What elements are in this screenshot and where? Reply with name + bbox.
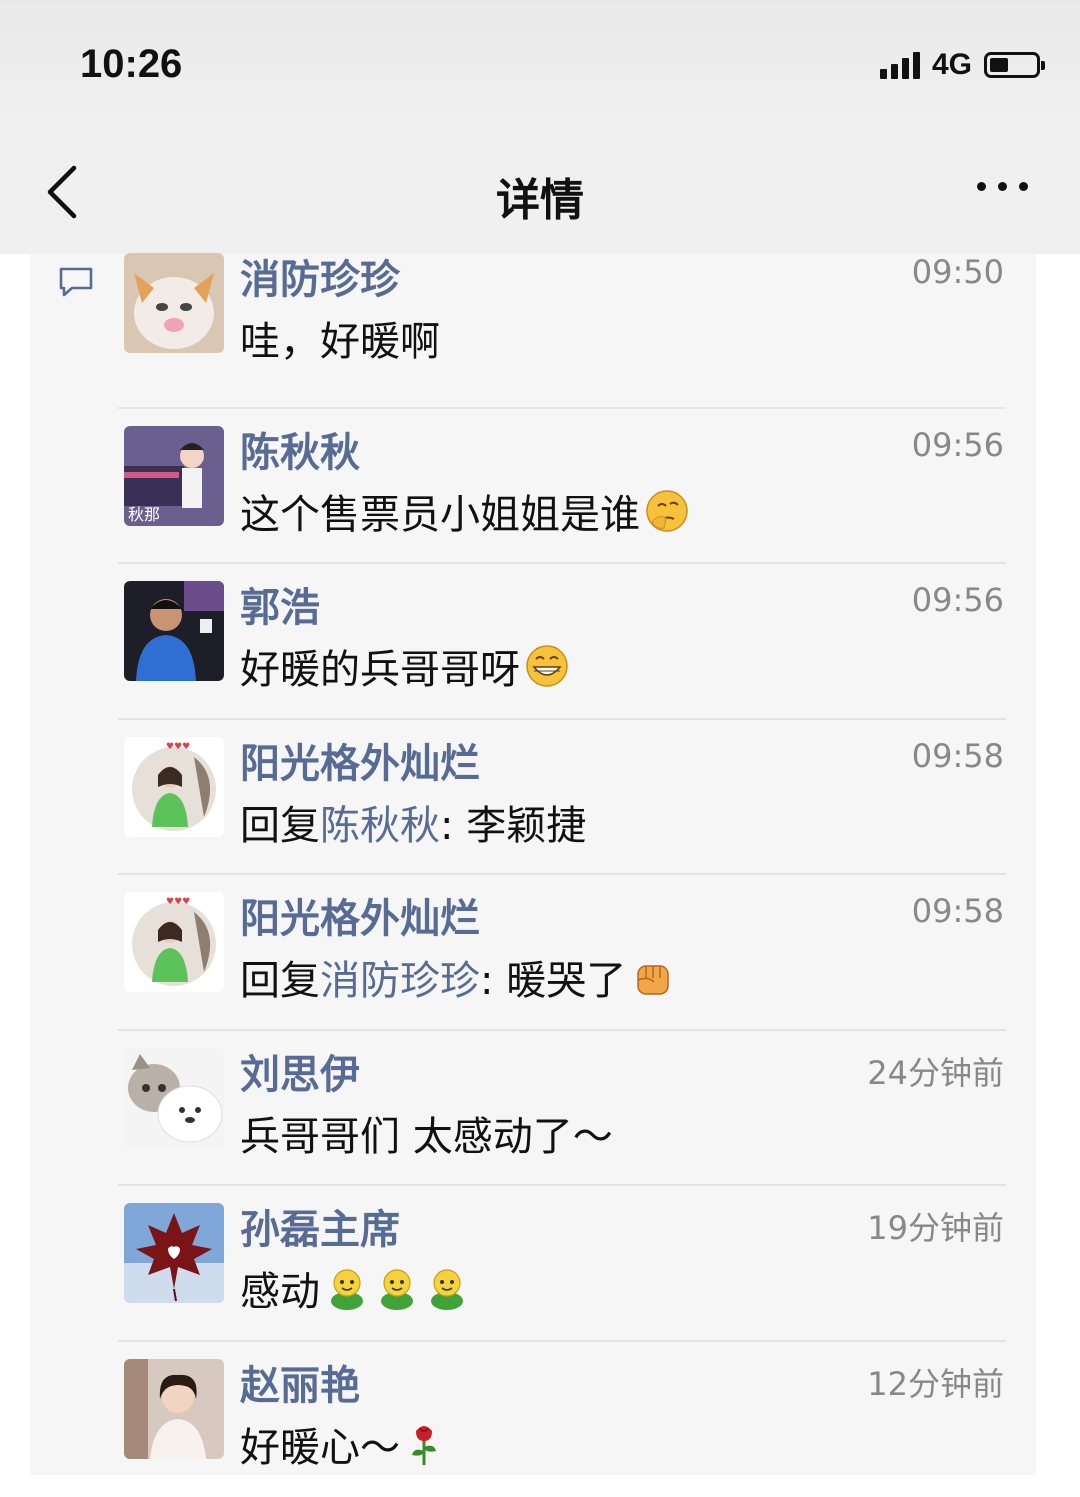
- svg-text:秋那: 秋那: [128, 505, 160, 524]
- network-label: 4G: [932, 48, 972, 82]
- maple-avatar[interactable]: [124, 1203, 224, 1303]
- commenter-name[interactable]: 孙磊主席: [240, 1197, 400, 1255]
- commenter-name[interactable]: 阳光格外灿烂: [240, 731, 480, 789]
- nav-bar: 详情: [0, 130, 1080, 254]
- comment-time: 09:56: [912, 581, 1004, 619]
- comment-text: 好暖的兵哥哥呀: [240, 637, 570, 699]
- comment-panel: 消防珍珍09:50哇，好暖啊秋那陈秋秋09:56这个售票员小姐姐是谁郭浩09:5…: [30, 254, 1036, 1475]
- thinking-emoji: [644, 488, 690, 544]
- comment-item[interactable]: 消防珍珍09:50哇，好暖啊: [30, 253, 1036, 409]
- comment-text: 回复消防珍珍: 暖哭了: [240, 948, 676, 1010]
- signal-icon: [880, 51, 920, 79]
- comment-body: 哇，好暖啊: [240, 319, 440, 365]
- status-bar: 10:26 4G: [0, 0, 1080, 130]
- comment-item[interactable]: 孙磊主席 19分钟前感动: [30, 1186, 1036, 1342]
- cat-bear-avatar[interactable]: [124, 1048, 224, 1148]
- comment-item[interactable]: ♥♥♥ 阳光格外灿烂 09:58 回复陈秋秋: 李颖捷: [30, 720, 1036, 876]
- comment-time: 09:56: [912, 426, 1004, 464]
- comment-time: 24分钟前: [867, 1048, 1004, 1094]
- girl-avatar[interactable]: ♥♥♥: [124, 892, 224, 992]
- more-dot-icon: [977, 182, 986, 191]
- comment-item[interactable]: ♥♥♥ 阳光格外灿烂 09:58 回复消防珍珍: 暖哭了: [30, 875, 1036, 1031]
- comment-icon: [58, 266, 94, 298]
- grin-emoji: [524, 643, 570, 699]
- comment-text: 回复陈秋秋: 李颖捷: [240, 793, 586, 851]
- comment-body: : 暖哭了: [480, 958, 626, 1004]
- commenter-name[interactable]: 阳光格外灿烂: [240, 886, 480, 944]
- more-button[interactable]: [977, 182, 1028, 191]
- reply-prefix: 回复: [240, 958, 320, 1004]
- svg-text:♥♥♥: ♥♥♥: [166, 897, 190, 907]
- comment-text: 好暖心～: [240, 1415, 444, 1477]
- commenter-name[interactable]: 陈秋秋: [240, 420, 360, 478]
- comment-body: 这个售票员小姐姐是谁: [240, 492, 640, 538]
- reply-to-name[interactable]: 消防珍珍: [320, 958, 480, 1004]
- commenter-name[interactable]: 刘思伊: [240, 1042, 360, 1100]
- comment-body: 兵哥哥们 太感动了～: [240, 1114, 613, 1160]
- comment-list: 消防珍珍09:50哇，好暖啊秋那陈秋秋09:56这个售票员小姐姐是谁郭浩09:5…: [30, 253, 1036, 1497]
- comment-body: 好暖的兵哥哥呀: [240, 647, 520, 693]
- comment-body: 感动: [240, 1269, 320, 1315]
- comment-item[interactable]: 赵丽艳 12分钟前好暖心～: [30, 1342, 1036, 1497]
- battery-icon: [984, 52, 1040, 78]
- comment-time: 12分钟前: [867, 1359, 1004, 1405]
- svg-text:♥♥♥: ♥♥♥: [166, 742, 190, 752]
- comment-item[interactable]: 郭浩 09:56 好暖的兵哥哥呀: [30, 564, 1036, 720]
- comment-item[interactable]: 刘思伊 24分钟前兵哥哥们 太感动了～: [30, 1031, 1036, 1187]
- comment-time: 19分钟前: [867, 1203, 1004, 1249]
- comment-item[interactable]: 秋那 陈秋秋 09:56 这个售票员小姐姐是谁: [30, 409, 1036, 565]
- rose-emoji: [404, 1421, 444, 1477]
- more-dot-icon: [1019, 182, 1028, 191]
- comment-text: 这个售票员小姐姐是谁: [240, 482, 690, 544]
- man-avatar[interactable]: [124, 581, 224, 681]
- more-dot-icon: [998, 182, 1007, 191]
- comment-text: 感动: [240, 1259, 470, 1321]
- commenter-name[interactable]: 赵丽艳: [240, 1353, 360, 1411]
- comment-time: 09:58: [912, 892, 1004, 930]
- fist-emoji: [630, 954, 676, 1010]
- reply-prefix: 回复: [240, 803, 320, 849]
- comment-time: 09:50: [912, 253, 1004, 291]
- detail-content: 消防珍珍09:50哇，好暖啊秋那陈秋秋09:56这个售票员小姐姐是谁郭浩09:5…: [0, 254, 1080, 1475]
- girl-avatar[interactable]: ♥♥♥: [124, 737, 224, 837]
- sprout-emoji: [374, 1265, 420, 1321]
- commenter-name[interactable]: 郭浩: [240, 575, 320, 633]
- comment-body: : 李颖捷: [440, 803, 586, 849]
- woman-avatar[interactable]: [124, 1359, 224, 1459]
- battery-fill: [990, 58, 1008, 72]
- comment-time: 09:58: [912, 737, 1004, 775]
- comment-body: 好暖心～: [240, 1425, 400, 1471]
- comment-text: 兵哥哥们 太感动了～: [240, 1104, 613, 1162]
- status-icons: 4G: [880, 48, 1040, 82]
- commenter-name[interactable]: 消防珍珍: [240, 247, 400, 305]
- sprout-emoji: [424, 1265, 470, 1321]
- reply-to-name[interactable]: 陈秋秋: [320, 803, 440, 849]
- kitten-avatar[interactable]: [124, 253, 224, 353]
- train-avatar[interactable]: 秋那: [124, 426, 224, 526]
- sprout-emoji: [324, 1265, 370, 1321]
- comment-text: 哇，好暖啊: [240, 309, 440, 367]
- status-time: 10:26: [80, 42, 182, 87]
- page-title: 详情: [0, 164, 1080, 228]
